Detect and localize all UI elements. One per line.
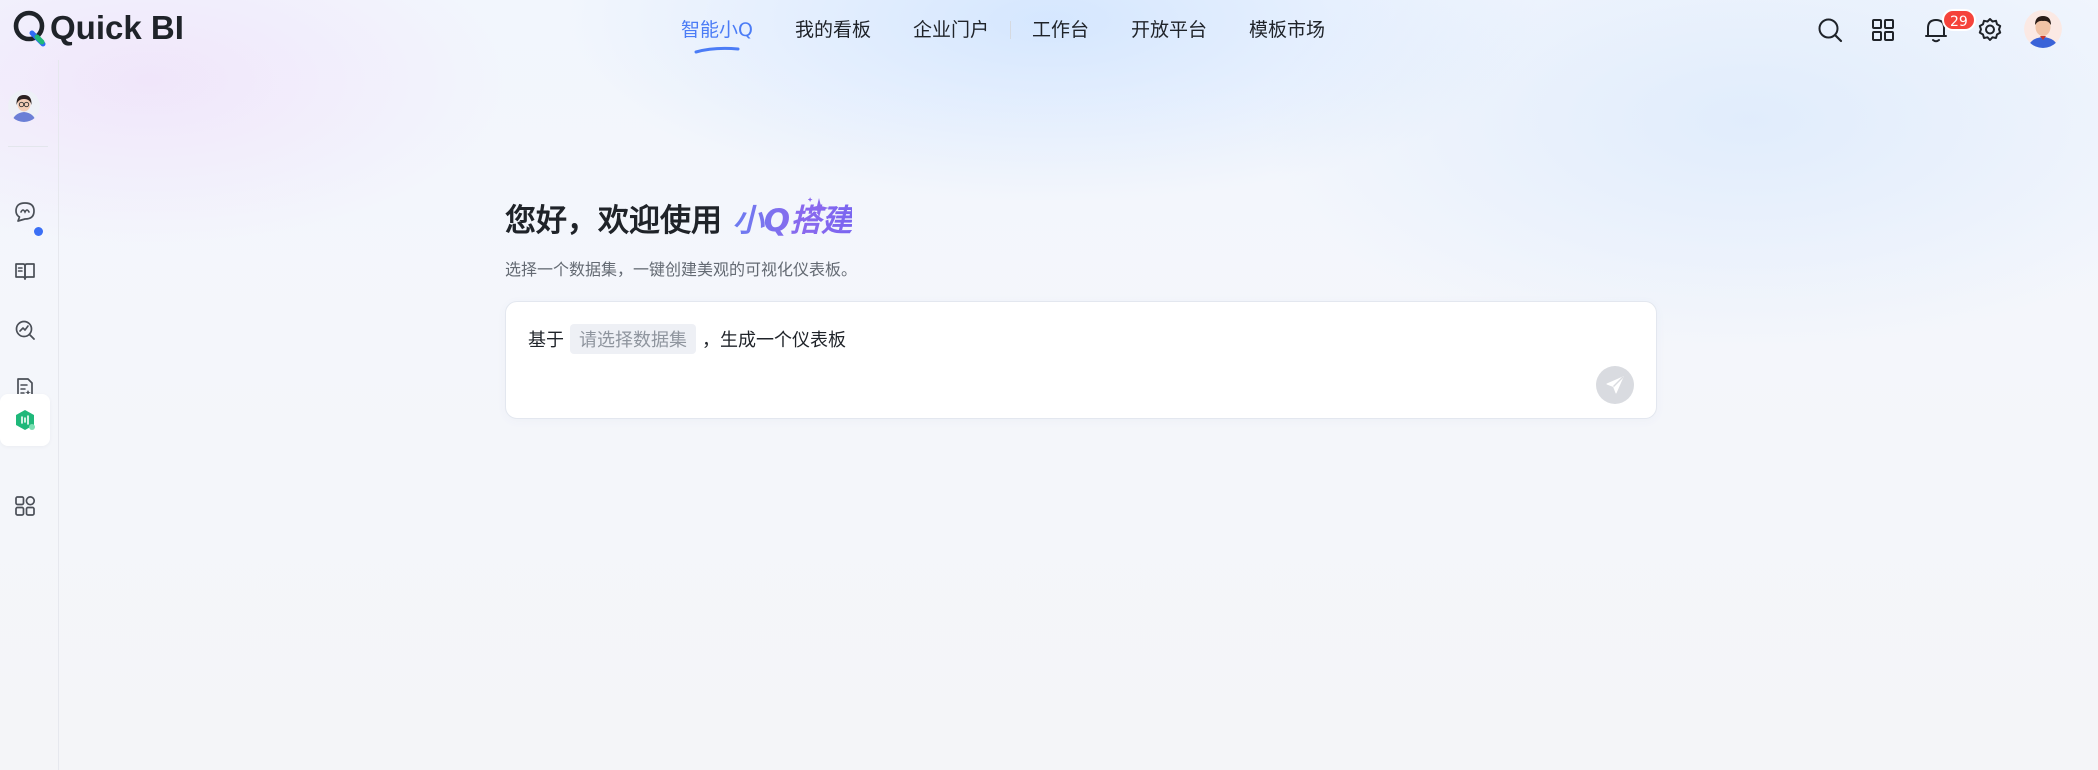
send-icon: [1606, 376, 1624, 394]
left-sidebar: [0, 60, 59, 770]
apps-icon: [15, 496, 36, 516]
dataset-selector[interactable]: 请选择数据集: [570, 324, 696, 354]
nav-tab-label: 模板市场: [1249, 19, 1326, 41]
gear-icon: [1978, 18, 2002, 41]
nav-tab-workbench[interactable]: 工作台: [1011, 0, 1110, 60]
greeting-prefix: 您好，欢迎使用: [505, 203, 733, 239]
build-icon: [16, 410, 35, 430]
chat-icon: [15, 202, 35, 222]
user-avatar[interactable]: [2024, 10, 2062, 48]
settings-button[interactable]: [1973, 13, 2007, 47]
search-button[interactable]: [1813, 13, 1847, 47]
prompt-input-card[interactable]: 基于 请选择数据集 ，生成一个仪表板: [505, 301, 1657, 419]
nav-tab-enterprise-portal[interactable]: 企业门户: [892, 0, 1010, 60]
apps-grid-icon: [1872, 19, 1894, 41]
greeting-brand: 小Q搭建: [732, 203, 853, 239]
nav-tab-template-market[interactable]: 模板市场: [1228, 0, 1346, 60]
sidebar-divider: [8, 146, 48, 147]
nav-tab-label: 开放平台: [1131, 19, 1208, 41]
prompt-suffix: ，生成一个仪表板: [702, 330, 846, 351]
notification-count-badge: 29: [1942, 9, 1976, 31]
apps-grid-button[interactable]: [1866, 13, 1900, 47]
nav-tab-label: 工作台: [1032, 19, 1090, 41]
sidebar-item-analysis[interactable]: [0, 304, 50, 356]
nav-tab-open-platform[interactable]: 开放平台: [1110, 0, 1228, 60]
prompt-prefix: 基于: [528, 330, 564, 351]
sparkle-icon: [808, 197, 829, 218]
nav-tab-smart-q[interactable]: 智能小Q: [660, 0, 774, 60]
prompt-line: 基于 请选择数据集 ，生成一个仪表板: [528, 324, 846, 354]
assistant-avatar[interactable]: [8, 90, 40, 122]
nav-tab-my-dashboards[interactable]: 我的看板: [774, 0, 892, 60]
assistant-avatar-icon: [8, 90, 40, 122]
user-avatar-icon: [2024, 10, 2062, 48]
sidebar-item-knowledge[interactable]: [0, 245, 50, 297]
analysis-icon: [15, 320, 35, 340]
quick-bi-logo[interactable]: Quick BI: [12, 6, 194, 50]
search-icon: [1818, 18, 1843, 43]
page-subtitle: 选择一个数据集，一键创建美观的可视化仪表板。: [505, 260, 858, 279]
sidebar-item-build[interactable]: [0, 394, 50, 446]
active-tab-underline: [694, 46, 740, 54]
nav-tab-label: 我的看板: [794, 19, 871, 41]
nav-tab-label: 企业门户: [912, 19, 989, 41]
logo-text: Quick BI: [50, 9, 184, 46]
book-icon: [15, 263, 35, 280]
nav-tab-label: 智能小Q: [681, 19, 753, 41]
page-title: 您好，欢迎使用 小Q搭建: [505, 195, 852, 240]
new-content-dot: [34, 227, 43, 236]
top-header: Quick BI 智能小Q 我的看板 企业门户 工作台 开放平台 模板市场 29: [0, 0, 2098, 60]
sidebar-item-apps[interactable]: [0, 480, 50, 532]
main-nav: 智能小Q 我的看板 企业门户 工作台 开放平台 模板市场: [660, 0, 1346, 60]
send-button[interactable]: [1596, 366, 1634, 404]
